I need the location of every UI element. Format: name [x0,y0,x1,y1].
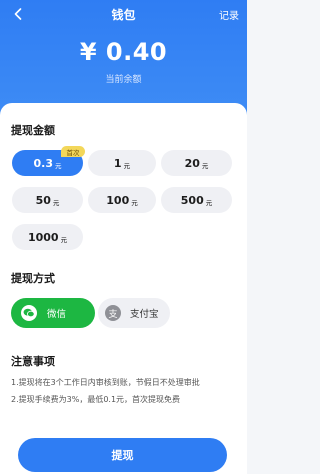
withdraw-amount-title: 提现金额 [11,124,55,137]
wechat-label: 微信 [47,309,67,320]
records-link[interactable]: 记录 [219,7,239,22]
amount-value: 100 [106,193,130,207]
alipay-label: 支付宝 [130,309,159,320]
withdraw-method-title: 提现方式 [11,272,55,285]
amount-option-1[interactable]: 1元 [88,150,156,176]
amount-value: 0.3 [33,156,54,170]
amount-value: 20 [184,156,200,170]
amount-unit: 元 [205,198,213,207]
wechat-icon [21,305,37,321]
first-time-badge: 首次 [61,146,85,157]
balance-label: 当前余额 [105,75,142,85]
note-item-1: 1.提现将在3个工作日内审核到账，节假日不处理审批 [11,378,200,387]
amount-unit: 元 [131,198,138,207]
amount-value: 500 [180,193,204,207]
balance-amount: ¥ 0.40 [79,38,168,66]
amount-option-500[interactable]: 500 元 [161,187,232,213]
amount-value: 1000 [27,230,59,244]
note-item-2: 2.提现手续费为3%，最低0.1元，首次提现免费 [11,395,181,404]
amount-unit: 元 [60,235,68,244]
alipay-icon: 支 [105,305,121,321]
wechat-pay-option[interactable]: 微信 [11,298,95,328]
amount-unit: 元 [201,161,209,170]
amount-unit: 元 [52,198,60,207]
amount-unit: 元 [123,161,131,170]
amount-option-1000[interactable]: 1000 元 [12,224,83,250]
withdraw-submit-button[interactable]: 提现 [18,438,227,472]
notes-title: 注意事项 [11,355,55,368]
amount-option-50[interactable]: 50 元 [12,187,83,213]
amount-value: 50 [35,193,51,207]
amount-option-20[interactable]: 20 元 [161,150,232,176]
alipay-option[interactable]: 支 支付宝 [98,298,170,328]
page-title: 钱包 [111,8,136,22]
amount-option-100[interactable]: 100 元 [88,187,156,213]
wallet-header: 钱包 记录 ¥ 0.40 当前余额 [0,0,247,120]
amount-unit: 元 [55,161,62,170]
amount-value: 1 [113,156,122,170]
